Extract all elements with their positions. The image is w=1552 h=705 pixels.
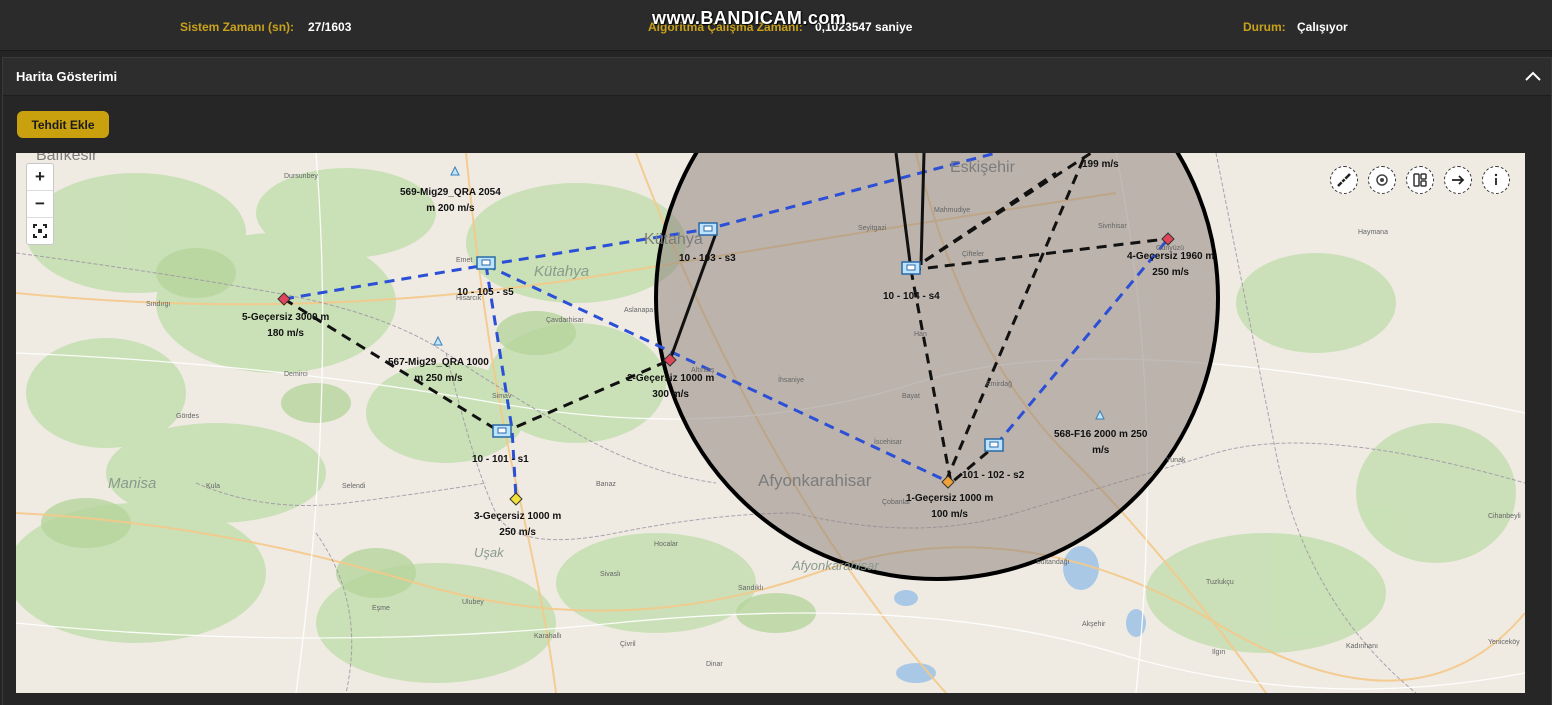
layers-tool-button[interactable] bbox=[1406, 166, 1434, 194]
city-label: Kütahya bbox=[534, 263, 590, 280]
system-time-value: 27/1603 bbox=[308, 20, 352, 34]
map-view[interactable]: Balıkesir Kütahya Kütahya Eskişehir Mani… bbox=[16, 153, 1525, 693]
zoom-control: + − bbox=[26, 163, 54, 245]
sensor-label: 10 - 101 - s1 bbox=[472, 454, 529, 465]
town-label: Simav bbox=[492, 393, 512, 400]
city-label: Eskişehir bbox=[950, 159, 1015, 176]
town-label: Seyitgazi bbox=[858, 225, 887, 232]
city-label: Manisa bbox=[108, 475, 157, 492]
town-label: Akşehir bbox=[1082, 621, 1106, 628]
town-label: Dursunbey bbox=[284, 173, 318, 180]
town-label: Bayat bbox=[902, 393, 920, 400]
town-label: Sivrihisar bbox=[1098, 223, 1127, 230]
town-label: Tuzlukçu bbox=[1206, 579, 1234, 586]
town-label: Banaz bbox=[596, 481, 616, 488]
town-label: Demirci bbox=[284, 371, 308, 378]
threat-label: 1-Geçersiz 1000 m 100 m/s bbox=[906, 493, 994, 520]
town-label: Çavdarhisar bbox=[546, 317, 584, 324]
arrow-right-icon bbox=[1452, 175, 1465, 185]
town-label: Sandıklı bbox=[738, 585, 764, 592]
threat-label: 2-Geçersiz 1000 m 300 m/s bbox=[627, 373, 715, 400]
gear-icon bbox=[1376, 174, 1388, 186]
add-threat-button[interactable]: Tehdit Ekle bbox=[17, 111, 109, 138]
measure-tool-button[interactable] bbox=[1330, 166, 1358, 194]
ruler-icon bbox=[1337, 173, 1351, 187]
sensor-label: 10 - 103 - s3 bbox=[679, 253, 736, 264]
town-label: Mahmudiye bbox=[934, 207, 971, 214]
zoom-out-button[interactable]: − bbox=[27, 191, 53, 218]
threat-label: 4-Geçersiz 1960 m 250 m/s bbox=[1127, 251, 1215, 278]
town-label: Emirdağ bbox=[986, 381, 1013, 388]
sensor-label: 10 - 104 - s4 bbox=[883, 291, 940, 302]
threat-label: 199 m/s bbox=[1082, 159, 1119, 170]
city-label: Afyonkarahisar bbox=[758, 471, 872, 490]
town-label: Hocalar bbox=[654, 541, 679, 548]
panel-header[interactable]: Harita Gösterimi bbox=[3, 58, 1551, 96]
town-label: Gördes bbox=[176, 413, 199, 420]
info-tool-button[interactable] bbox=[1482, 166, 1510, 194]
status-bar: Sistem Zamanı (sn): 27/1603 Algoritma Ça… bbox=[0, 0, 1552, 51]
chevron-up-icon[interactable] bbox=[1523, 66, 1543, 86]
city-label: Kütahya bbox=[644, 231, 703, 248]
state-label: Durum: bbox=[1243, 20, 1286, 34]
town-label: Han bbox=[914, 331, 927, 338]
fit-extent-button[interactable] bbox=[27, 218, 53, 244]
city-label: Afyonkarahisar bbox=[792, 558, 879, 573]
town-label: Haymana bbox=[1358, 229, 1388, 236]
system-time-label: Sistem Zamanı (sn): bbox=[180, 20, 295, 34]
town-label: Aslanapa bbox=[624, 307, 654, 314]
town-label: Karahallı bbox=[534, 633, 562, 640]
town-label: Emet bbox=[456, 257, 473, 264]
settings-tool-button[interactable] bbox=[1368, 166, 1396, 194]
town-label: Yeniceköy bbox=[1488, 639, 1520, 646]
aircraft-label: 567-Mig29_QRA 1000 m 250 m/s bbox=[388, 357, 489, 384]
town-label: Sivaslı bbox=[600, 571, 621, 578]
town-label: Dinar bbox=[706, 661, 723, 668]
watermark: www.BANDICAM.com bbox=[652, 8, 847, 28]
town-label: Selendi bbox=[342, 483, 366, 490]
info-icon bbox=[1494, 173, 1498, 185]
city-label: Uşak bbox=[474, 545, 504, 560]
sensor-label: 10 - 105 - s5 bbox=[457, 287, 514, 298]
zoom-in-button[interactable]: + bbox=[27, 164, 53, 191]
map-canvas[interactable] bbox=[16, 153, 1525, 693]
sensor-label: 101 - 102 - s2 bbox=[962, 470, 1025, 481]
town-label: Ulubey bbox=[462, 599, 484, 606]
town-label: Sultandağı bbox=[1036, 559, 1070, 566]
town-label: Sındırgı bbox=[146, 301, 171, 308]
town-label: Çifteler bbox=[962, 251, 985, 258]
forward-tool-button[interactable] bbox=[1444, 166, 1472, 194]
town-label: Ilgın bbox=[1212, 649, 1226, 656]
layers-icon bbox=[1413, 173, 1427, 187]
town-label: Çivril bbox=[620, 641, 636, 648]
town-label: Kula bbox=[206, 483, 221, 490]
state-value: Çalışıyor bbox=[1297, 20, 1348, 34]
threat-label: 3-Geçersiz 1000 m 250 m/s bbox=[474, 511, 562, 538]
threat-label: 5-Geçersiz 3000 m 180 m/s bbox=[242, 312, 330, 339]
town-label: İscehisar bbox=[874, 439, 903, 446]
fit-extent-icon bbox=[33, 224, 47, 238]
town-label: Kadınhanı bbox=[1346, 643, 1378, 650]
panel-title: Harita Gösterimi bbox=[16, 69, 118, 84]
town-label: Cihanbeyli bbox=[1488, 513, 1521, 520]
town-label: İhsaniye bbox=[778, 377, 805, 384]
town-label: Eşme bbox=[372, 605, 390, 612]
aircraft-label: 569-Mig29_QRA 2054 m 200 m/s bbox=[400, 187, 501, 214]
aircraft-label: 568-F16 2000 m 250 m/s bbox=[1054, 429, 1148, 456]
town-label: Yunak bbox=[1166, 457, 1186, 464]
